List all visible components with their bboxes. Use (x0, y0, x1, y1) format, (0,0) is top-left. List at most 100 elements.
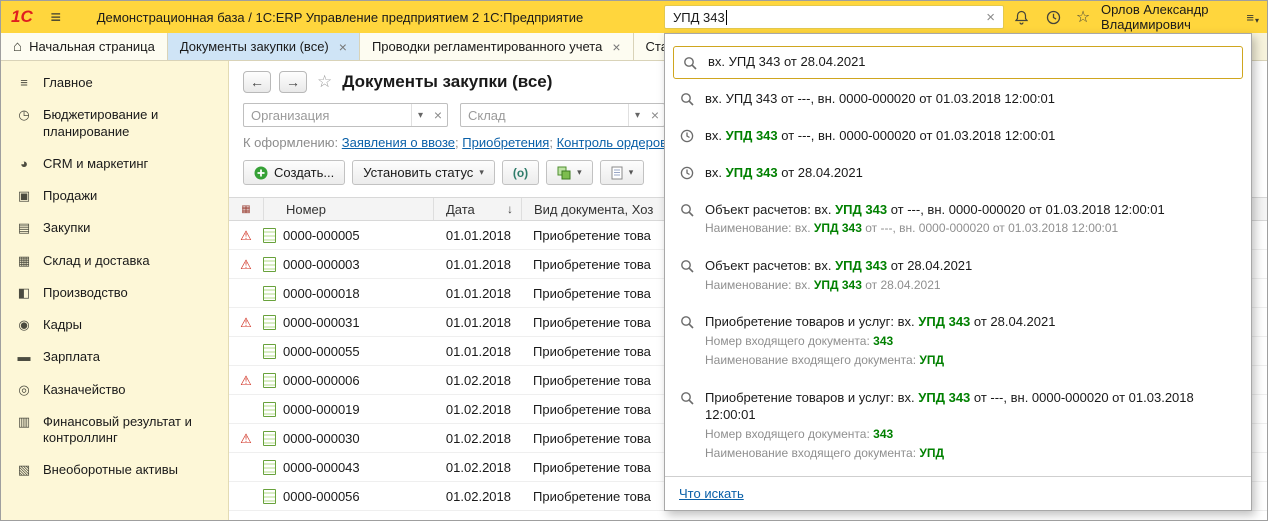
state-column-icon: ▦ (241, 204, 250, 215)
interval-button[interactable]: (о) (502, 160, 539, 185)
column-header-number[interactable]: Номер (263, 198, 433, 220)
back-button[interactable]: ← (243, 71, 271, 93)
favorites-star-icon[interactable]: ☆ (1069, 1, 1097, 33)
close-tab-icon[interactable]: × (612, 39, 620, 55)
search-history-item[interactable]: вх. УПД 343 от 28.04.2021 (665, 155, 1251, 192)
warehouse-filter-combobox[interactable]: Склад ▾ × (460, 103, 665, 127)
clear-filter-icon[interactable]: × (646, 107, 664, 123)
tab-purchase-documents[interactable]: Документы закупки (все) × (168, 33, 360, 60)
notifications-bell-icon[interactable] (1007, 1, 1035, 33)
coin-icon: ◎ (15, 382, 33, 398)
sidebar-item-warehouse[interactable]: ▦Склад и доставка (1, 245, 228, 277)
warning-icon: ⚠ (240, 374, 252, 387)
main-menu-button[interactable]: ≡ (41, 7, 71, 28)
search-suggestion-selected[interactable]: вх. УПД 343 от 28.04.2021 (673, 46, 1243, 79)
match-highlight: УПД 343 (918, 314, 970, 329)
sidebar-item-payroll[interactable]: ▬Зарплата (1, 341, 228, 373)
history-icon[interactable] (1039, 1, 1067, 33)
search-result-item[interactable]: Приобретение товаров и услуг: вх. УПД 34… (665, 380, 1251, 473)
warning-icon: ⚠ (240, 258, 252, 271)
search-result-item[interactable]: Приобретение товаров и услуг: вх. УПД 34… (665, 304, 1251, 380)
print-menu-button[interactable]: ▾ (600, 160, 645, 185)
tab-regulated-entries[interactable]: Проводки регламентированного учета × (360, 33, 634, 60)
result-text: Объект расчетов: вх. (705, 258, 835, 273)
exchange-menu-button[interactable]: ▾ (546, 160, 593, 185)
crm-icon: ◕ (15, 156, 33, 172)
link-import-applications[interactable]: Заявления о ввозе (342, 135, 455, 150)
match-highlight: УПД (919, 353, 944, 367)
search-result-item[interactable]: Объект расчетов: вх. УПД 343 от ---, вн.… (665, 192, 1251, 248)
sidebar-item-label: Бюджетирование и планирование (43, 107, 220, 140)
search-result-item[interactable]: Объект расчетов: вх. УПД 343 от 28.04.20… (665, 248, 1251, 304)
create-button-label: Создать... (274, 165, 334, 180)
column-header-date[interactable]: Дата ↓ (433, 198, 521, 220)
doc-date: 01.01.2018 (433, 228, 521, 243)
purchase-document-icon (263, 228, 276, 243)
home-icon: ⌂ (13, 38, 22, 55)
result-detail: Наименование входящего документа: УПД (705, 352, 1055, 369)
forward-button[interactable]: → (279, 71, 307, 93)
result-detail: Наименование: вх. УПД 343 от 28.04.2021 (705, 277, 972, 294)
sidebar-item-label: Закупки (43, 220, 90, 236)
search-icon (680, 203, 694, 217)
chevron-down-icon[interactable]: ▾ (411, 104, 429, 126)
suggestion-text: вх. (705, 165, 726, 180)
sidebar-item-purchases[interactable]: ▤Закупки (1, 212, 228, 244)
sidebar-item-label: Производство (43, 285, 128, 301)
doc-number: 0000-000030 (283, 431, 360, 446)
production-icon: ◧ (15, 285, 33, 301)
history-clock-icon (680, 166, 694, 180)
service-menu-glyph: ≡ (1246, 10, 1254, 25)
sidebar-item-production[interactable]: ◧ Производство (1, 277, 228, 309)
global-search-box[interactable]: УПД 343 × (664, 5, 1004, 29)
favorite-star-icon[interactable]: ☆ (317, 72, 332, 92)
tab-label: Документы закупки (все) (180, 39, 329, 54)
match-highlight: УПД 343 (835, 202, 887, 217)
tab-label: Проводки регламентированного учета (372, 39, 602, 54)
sidebar-item-label: Зарплата (43, 349, 100, 365)
purchase-document-icon (263, 489, 276, 504)
match-highlight: 343 (873, 334, 893, 348)
chevron-down-icon[interactable]: ▾ (628, 104, 646, 126)
search-history-item[interactable]: вх. УПД 343 от ---, вн. 0000-000020 от 0… (665, 118, 1251, 155)
sidebar-item-treasury[interactable]: ◎Казначейство (1, 374, 228, 406)
close-tab-icon[interactable]: × (339, 39, 347, 55)
sidebar-item-hr[interactable]: ◉Кадры (1, 309, 228, 341)
suggestion-text: вх. УПД 343 от 28.04.2021 (708, 54, 866, 69)
set-status-button[interactable]: Установить статус ▾ (352, 160, 495, 185)
match-highlight: УПД 343 (918, 390, 970, 405)
search-input[interactable]: УПД 343 (673, 10, 725, 25)
sidebar-item-label: Продажи (43, 188, 97, 204)
organization-filter-combobox[interactable]: Организация ▾ × (243, 103, 448, 127)
warning-icon: ⚠ (240, 316, 252, 329)
suggestion-text: от 28.04.2021 (778, 165, 863, 180)
doc-date: 01.02.2018 (433, 489, 521, 504)
what-to-search-link[interactable]: Что искать (679, 486, 744, 501)
result-text: от ---, вн. 0000-000020 от 01.03.2018 12… (887, 202, 1165, 217)
sidebar-item-crm[interactable]: ◕CRM и маркетинг (1, 148, 228, 180)
chevron-down-icon: ▾ (1255, 16, 1259, 25)
sidebar-item-sales[interactable]: ▣Продажи (1, 180, 228, 212)
create-button[interactable]: Создать... (243, 160, 345, 185)
document-icon (611, 166, 623, 180)
search-suggestion[interactable]: вх. УПД 343 от ---, вн. 0000-000020 от 0… (665, 81, 1251, 118)
link-acquisitions[interactable]: Приобретения (462, 135, 549, 150)
result-detail: Наименование: вх. УПД 343 от ---, вн. 00… (705, 220, 1165, 237)
link-order-control[interactable]: Контроль ордеров (557, 135, 667, 150)
sidebar-item-financial-result[interactable]: ▥Финансовый результат и контроллинг (1, 406, 228, 455)
suggestion-text: от ---, вн. 0000-000020 от 01.03.2018 12… (778, 128, 1056, 143)
sidebar-item-fixed-assets[interactable]: ▧Внеоборотные активы (1, 454, 228, 486)
suggestion-text: вх. (705, 128, 726, 143)
purchase-document-icon (263, 431, 276, 446)
tab-home[interactable]: ⌂ Начальная страница (1, 33, 168, 60)
service-menu-icon[interactable]: ≡ ▾ (1242, 1, 1263, 33)
match-highlight: УПД 343 (814, 221, 862, 235)
doc-number: 0000-000055 (283, 344, 360, 359)
match-highlight: УПД 343 (726, 165, 778, 180)
sidebar-item-budgeting[interactable]: ◷Бюджетирование и планирование (1, 99, 228, 148)
purchase-document-icon (263, 402, 276, 417)
history-clock-icon (680, 129, 694, 143)
clear-search-icon[interactable]: × (986, 9, 995, 26)
sidebar-item-main[interactable]: ≡Главное (1, 67, 228, 99)
clear-filter-icon[interactable]: × (429, 107, 447, 123)
